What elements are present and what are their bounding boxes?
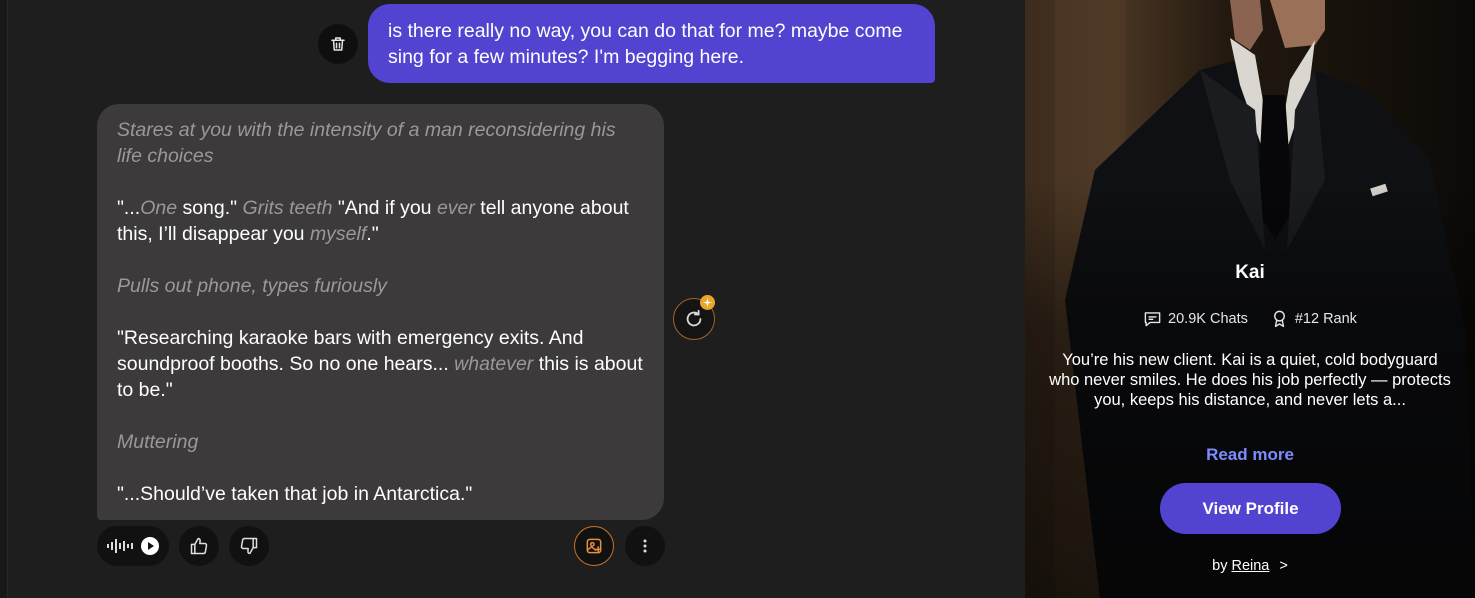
user-message: is there really no way, you can do that … xyxy=(368,4,935,83)
sidebar-edge xyxy=(0,0,8,598)
emphasis-text: ever xyxy=(436,197,475,219)
ai-paragraph: "...Should’ve taken that job in Antarcti… xyxy=(117,481,644,507)
refresh-icon xyxy=(686,309,702,327)
dialogue-text: ." xyxy=(366,223,379,245)
ai-message: Stares at you with the intensity of a ma… xyxy=(97,104,664,520)
chevron-right-icon: > xyxy=(1279,558,1288,574)
narration-text: Stares at you with the intensity of a ma… xyxy=(117,119,616,167)
premium-badge xyxy=(700,295,715,310)
play-icon xyxy=(141,537,159,555)
like-button[interactable] xyxy=(179,526,219,566)
more-vertical-icon xyxy=(643,539,647,553)
character-stats: 20.9K Chats #12 Rank xyxy=(1025,309,1475,328)
character-name: Kai xyxy=(1235,262,1265,283)
generate-image-button[interactable] xyxy=(574,526,614,566)
dialogue-text: "... xyxy=(117,197,141,219)
thumbs-down-icon xyxy=(240,537,258,555)
emphasis-text: One xyxy=(140,197,178,219)
dialogue-text: "...Should’ve taken that job in Antarcti… xyxy=(117,483,473,505)
ai-paragraph: Muttering xyxy=(117,429,644,455)
emphasis-text: myself xyxy=(309,223,367,245)
more-options-button[interactable] xyxy=(625,526,665,566)
chat-bubble-icon xyxy=(1144,312,1161,327)
chat-count-text: 20.9K Chats xyxy=(1168,310,1248,327)
play-voice-button[interactable] xyxy=(97,526,169,566)
trash-icon xyxy=(331,37,345,51)
byline-prefix: by xyxy=(1212,558,1228,574)
chat-count-stat: 20.9K Chats xyxy=(1143,309,1248,328)
narration-text: Muttering xyxy=(117,431,199,453)
waveform-icon xyxy=(107,539,133,553)
delete-message-button[interactable] xyxy=(318,24,358,64)
ai-paragraph: Stares at you with the intensity of a ma… xyxy=(117,117,644,169)
thumbs-up-icon xyxy=(190,537,208,555)
creator-link[interactable]: Reina xyxy=(1231,558,1269,574)
dialogue-text: "And if you xyxy=(332,197,437,219)
emphasis-text: whatever xyxy=(454,353,534,375)
character-description: You’re his new client. Kai is a quiet, c… xyxy=(1049,351,1451,409)
rank-stat: #12 Rank xyxy=(1270,309,1357,328)
dislike-button[interactable] xyxy=(229,526,269,566)
dialogue-text: song." xyxy=(177,197,243,219)
ai-paragraph: "Researching karaoke bars with emergency… xyxy=(117,325,644,403)
ai-paragraph: "...One song." Grits teeth "And if you e… xyxy=(117,195,644,247)
creator-byline: by Reina > xyxy=(1025,558,1475,574)
ai-paragraph: Pulls out phone, types furiously xyxy=(117,273,644,299)
rank-text: #12 Rank xyxy=(1294,310,1357,327)
read-more-link[interactable]: Read more xyxy=(1025,445,1475,465)
sparkle-icon xyxy=(703,298,712,307)
ribbon-icon xyxy=(1273,310,1285,328)
character-profile-panel: Kai 20.9K Chats #12 Rank You’re his new … xyxy=(1025,0,1475,598)
chat-area: is there really no way, you can do that … xyxy=(0,0,1025,598)
view-profile-button[interactable]: View Profile xyxy=(1160,483,1341,534)
narration-text: Grits teeth xyxy=(242,197,333,219)
image-generate-icon xyxy=(586,538,602,554)
narration-text: Pulls out phone, types furiously xyxy=(117,275,387,297)
